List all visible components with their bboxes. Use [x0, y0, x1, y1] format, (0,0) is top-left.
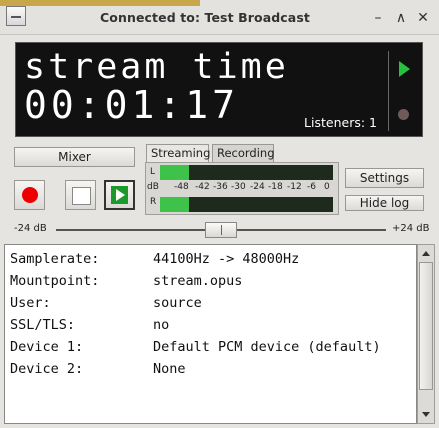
window-title: Connected to: Test Broadcast: [100, 10, 310, 25]
stop-icon: [72, 187, 91, 205]
play-icon: [111, 186, 128, 204]
connect-button[interactable]: [104, 180, 135, 210]
tab-recording[interactable]: Recording: [212, 144, 275, 162]
meter-scale-label: -48: [174, 182, 189, 192]
meter-scale-label: -36: [213, 182, 228, 192]
stop-button[interactable]: [65, 180, 96, 210]
scroll-up-icon[interactable]: [422, 251, 430, 256]
log-key: SSL/TLS:: [10, 317, 76, 333]
gain-slider-handle[interactable]: [205, 222, 237, 238]
title-bar: Connected to: Test Broadcast – ∧ ✕: [0, 0, 439, 35]
meter-label-right: R: [150, 197, 157, 207]
hide-log-button[interactable]: Hide log: [345, 195, 424, 211]
stream-time-readout: 00:01:17: [24, 83, 240, 127]
meter-fill-left: [160, 165, 189, 180]
meter-scale-label: -6: [307, 182, 316, 192]
settings-button[interactable]: Settings: [345, 168, 424, 188]
log-scrollbar[interactable]: [417, 244, 435, 424]
mixer-button[interactable]: Mixer: [14, 147, 135, 167]
scrollbar-thumb[interactable]: [419, 262, 433, 390]
time-display: stream time 00:01:17 Listeners: 1: [15, 42, 423, 137]
display-divider: [388, 51, 389, 131]
log-panel[interactable]: Samplerate: 44100Hz -> 48000Hz Mountpoint…: [4, 244, 417, 424]
meter-scale-label: -12: [287, 182, 302, 192]
meter-label-left: L: [150, 167, 156, 177]
maximize-icon[interactable]: ∧: [393, 10, 409, 26]
meter-bar-left: [160, 165, 333, 180]
slider-min-label: -24 dB: [14, 223, 47, 234]
log-value: 44100Hz -> 48000Hz: [153, 251, 300, 267]
log-key: Samplerate:: [10, 251, 100, 267]
meter-label-db: dB: [147, 182, 159, 192]
tab-streaming[interactable]: Streaming: [146, 144, 210, 162]
minimize-icon[interactable]: –: [370, 10, 386, 26]
meter-fill-right: [160, 197, 189, 212]
log-value: source: [153, 295, 202, 311]
vu-meter: L dB R -48 -42 -36 -30 -24 -18 -12 -6 0: [145, 162, 339, 215]
window-menu-icon[interactable]: [6, 6, 26, 26]
log-value: no: [153, 317, 170, 333]
background-tab-strip: [0, 0, 200, 6]
record-icon: [22, 187, 38, 203]
record-button[interactable]: [14, 180, 45, 210]
meter-scale-label: 0: [324, 182, 330, 192]
listeners-count: Listeners: 1: [304, 115, 377, 130]
meter-scale-label: -42: [195, 182, 210, 192]
slider-max-label: +24 dB: [392, 223, 430, 234]
log-key: Mountpoint:: [10, 273, 100, 289]
meter-scale-label: -18: [268, 182, 283, 192]
log-key: Device 2:: [10, 361, 84, 377]
meter-scale-label: -24: [250, 182, 265, 192]
meter-scale-label: -30: [231, 182, 246, 192]
streaming-status-icon: [399, 61, 410, 77]
recording-status-icon: [398, 109, 409, 120]
log-key: User:: [10, 295, 51, 311]
display-mode-label: stream time: [24, 47, 289, 87]
scroll-down-icon[interactable]: [422, 412, 430, 417]
log-value: None: [153, 361, 186, 377]
log-value: stream.opus: [153, 273, 243, 289]
log-value: Default PCM device (default): [153, 339, 381, 355]
log-key: Device 1:: [10, 339, 84, 355]
close-icon[interactable]: ✕: [415, 10, 431, 26]
meter-bar-right: [160, 197, 333, 212]
